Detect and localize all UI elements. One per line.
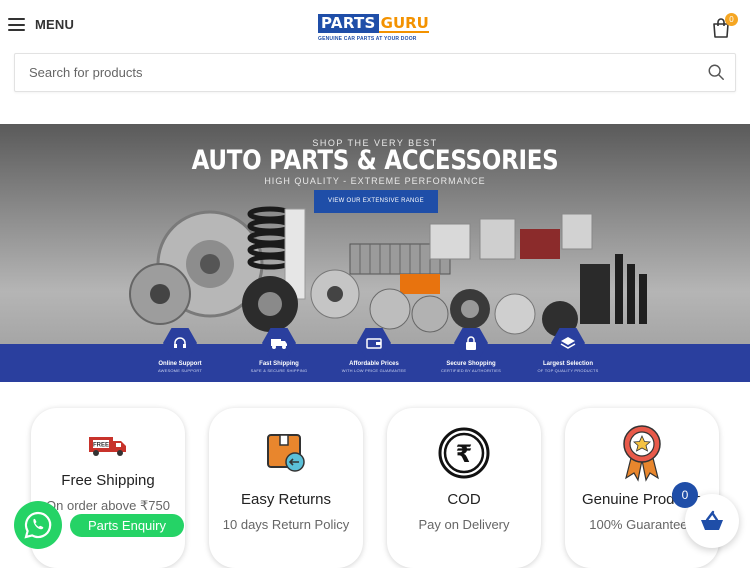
basket-count-badge: 0 — [672, 482, 698, 508]
menu-label: MENU — [35, 17, 75, 32]
feature-affordable-prices: Affordable Prices WITH LOW PRICE GUARANT… — [324, 328, 424, 373]
lock-icon — [454, 328, 488, 358]
whatsapp-icon — [24, 511, 52, 539]
cart-count-badge: 0 — [725, 13, 738, 26]
card-cod[interactable]: ₹ COD Pay on Delivery — [387, 408, 541, 568]
rupee-icon: ₹ — [387, 427, 541, 479]
free-delivery-truck-icon: FREE — [31, 434, 185, 458]
search-input[interactable] — [29, 54, 679, 91]
whatsapp-enquiry-label[interactable]: Parts Enquiry — [70, 514, 184, 537]
svg-text:₹: ₹ — [456, 440, 473, 468]
layers-icon — [551, 328, 585, 358]
search-bar — [14, 53, 736, 92]
hero-banner[interactable]: SHOP THE VERY BEST AUTO PARTS & ACCESSOR… — [0, 124, 750, 382]
logo-tagline: GENUINE CAR PARTS AT YOUR DOOR — [318, 36, 417, 42]
banner-title: AUTO PARTS & ACCESSORIES — [191, 146, 559, 176]
site-header: MENU PARTS GURU GENUINE CAR PARTS AT YOU… — [0, 0, 750, 56]
feature-title: Largest Selection — [542, 361, 593, 367]
svg-text:FREE: FREE — [93, 443, 109, 449]
search-icon[interactable] — [707, 63, 725, 81]
menu-button[interactable]: MENU — [8, 17, 74, 32]
feature-subtitle: WITH LOW PRICE GUARANTEE — [341, 368, 407, 373]
card-title: COD — [447, 491, 481, 508]
wallet-icon — [357, 328, 391, 358]
feature-secure-shopping: Secure Shopping CERTIFIED BY AUTHORITIES — [421, 328, 521, 373]
feature-title: Online Support — [158, 361, 202, 367]
whatsapp-button[interactable] — [14, 501, 62, 549]
feature-subtitle: OF TOP QUALITY PRODUCTS — [537, 368, 599, 373]
card-easy-returns[interactable]: Easy Returns 10 days Return Policy — [209, 408, 363, 568]
feature-subtitle: SAFE & SECURE SHIPPING — [250, 368, 308, 373]
feature-title: Affordable Prices — [349, 361, 399, 367]
card-free-shipping[interactable]: FREE Free Shipping On order above ₹750 — [31, 408, 185, 568]
site-logo[interactable]: PARTS GURU GENUINE CAR PARTS AT YOUR DOO… — [318, 14, 429, 44]
banner-subtitle: HIGH QUALITY - EXTREME PERFORMANCE — [264, 176, 486, 186]
cart-button[interactable]: 0 — [711, 13, 738, 39]
return-box-icon — [209, 432, 363, 472]
feature-subtitle: CERTIFIED BY AUTHORITIES — [441, 368, 501, 373]
card-subtitle: 10 days Return Policy — [222, 517, 350, 532]
logo-guru-text: GURU — [378, 14, 429, 33]
feature-title: Fast Shipping — [259, 361, 299, 367]
feature-largest-selection: Largest Selection OF TOP QUALITY PRODUCT… — [518, 328, 618, 373]
award-badge-icon — [565, 424, 719, 482]
card-title: Easy Returns — [240, 491, 332, 508]
card-subtitle: Pay on Delivery — [418, 517, 510, 532]
card-subtitle: On order above ₹750 — [46, 498, 170, 513]
feature-online-support: Online Support AWESOME SUPPORT — [130, 328, 230, 373]
logo-parts-text: PARTS — [318, 14, 379, 33]
truck-icon — [262, 328, 296, 358]
feature-title: Secure Shopping — [446, 361, 496, 367]
headset-icon — [163, 328, 197, 358]
basket-icon — [701, 510, 723, 530]
feature-subtitle: AWESOME SUPPORT — [157, 368, 203, 373]
hamburger-icon — [8, 18, 25, 31]
card-title: Free Shipping — [61, 472, 155, 489]
feature-fast-shipping: Fast Shipping SAFE & SECURE SHIPPING — [229, 328, 329, 373]
